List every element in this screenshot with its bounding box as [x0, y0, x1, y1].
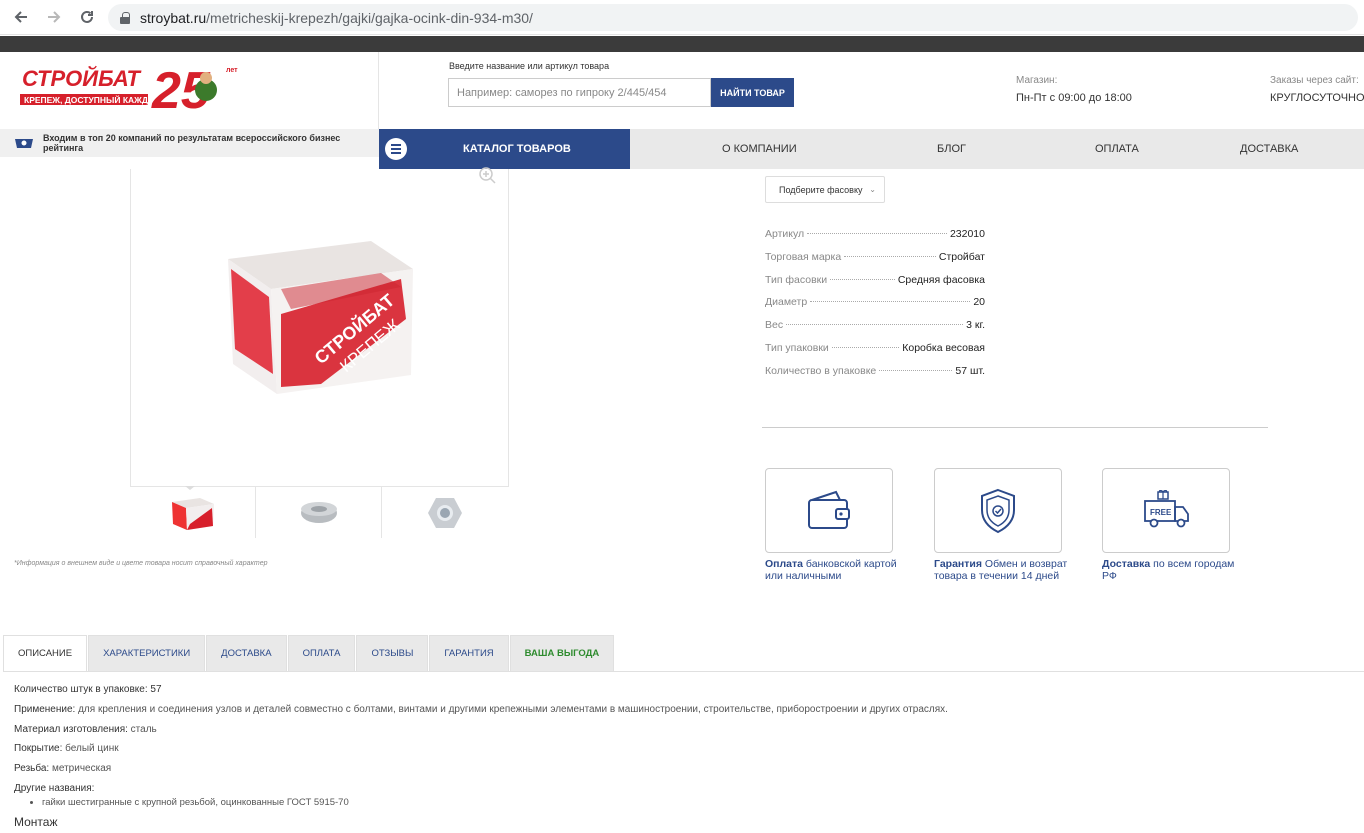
product-tabs: ОПИСАНИЕ ХАРАКТЕРИСТИКИ ДОСТАВКА ОПЛАТА … — [3, 635, 615, 672]
warranty-feature-card[interactable] — [934, 468, 1062, 553]
tab-benefit[interactable]: ВАША ВЫГОДА — [509, 635, 615, 672]
lock-icon — [120, 11, 130, 24]
shop-hours: Пн-Пт с 09:00 до 18:00 — [1016, 92, 1132, 104]
thumbnail-strip — [130, 486, 509, 538]
spec-key: Вес — [765, 319, 784, 332]
reload-icon[interactable] — [72, 2, 102, 32]
search-input[interactable] — [448, 78, 711, 107]
delivery-feature-text: Доставка по всем городам РФ — [1102, 558, 1235, 582]
product-main-image[interactable]: СТРОЙБАТ КРЕПЕЖ — [130, 169, 509, 487]
rating-banner[interactable]: Входим в топ 20 компаний по результатам … — [0, 129, 379, 157]
url-path: /metricheskij-krepezh/gajki/gajka-ocink-… — [206, 9, 533, 26]
spec-row: Тип упаковки Коробка весовая — [765, 342, 985, 365]
spec-list: Артикул 232010 Торговая марка Стройбат Тип… — [765, 228, 985, 388]
spec-row: Количество в упаковке 57 шт. — [765, 365, 985, 388]
nav-blog[interactable]: БЛОГ — [937, 143, 966, 155]
tab-payment[interactable]: ОПЛАТА — [287, 635, 356, 672]
zoom-icon[interactable] — [478, 166, 496, 184]
spec-value: 232010 — [949, 228, 985, 240]
spec-value: Коробка весовая — [902, 341, 985, 354]
site-logo[interactable]: СТРОЙБАТ КРЕПЕЖ, ДОСТУПНЫЙ КАЖДОМУ! 25 л… — [20, 62, 246, 120]
desc-coating: Покрытие: белый цинк — [14, 743, 119, 755]
spec-row: Диаметр 20 — [765, 296, 985, 319]
spec-key: Артикул — [765, 228, 805, 240]
main-nav: КАТАЛОГ ТОВАРОВ — [379, 129, 1364, 169]
top-strip — [0, 36, 1364, 52]
truck-icon: FREE — [1144, 489, 1189, 527]
menu-icon — [385, 138, 407, 160]
thumbnail-nut-side[interactable] — [256, 487, 382, 538]
wallet-icon — [808, 490, 850, 529]
pack-size-select[interactable]: Подберите фасовку ⌄ — [765, 176, 885, 203]
spec-row: Вес 3 кг. — [765, 319, 985, 342]
mount-heading: Монтаж — [14, 814, 58, 829]
desc-thread: Резьба: метрическая — [14, 763, 112, 775]
chevron-down-icon: ⌄ — [869, 185, 876, 194]
tab-characteristics[interactable]: ХАРАКТЕРИСТИКИ — [88, 635, 206, 672]
tab-delivery[interactable]: ДОСТАВКА — [206, 635, 287, 672]
browser-toolbar: stroybat.ru/metricheskij-krepezh/gajki/g… — [0, 0, 1364, 35]
spec-value: Стройбат — [938, 250, 985, 263]
forward-icon[interactable] — [39, 2, 69, 32]
orders-label: Заказы через сайт: — [1270, 75, 1359, 86]
orders-value: КРУГЛОСУТОЧНО — [1270, 92, 1364, 104]
back-icon[interactable] — [6, 2, 36, 32]
description-panel: Количество штук в упаковке: 57 Применени… — [14, 684, 948, 829]
other-names-list: гайки шестигранные с крупной резьбой, оц… — [28, 797, 948, 815]
image-disclaimer: *Информация о внешнем виде и цвете товар… — [14, 560, 268, 567]
search-label: Введите название или артикул товара — [449, 61, 610, 71]
desc-quantity: Количество штук в упаковке: 57 — [14, 684, 162, 695]
address-bar[interactable]: stroybat.ru/metricheskij-krepezh/gajki/g… — [108, 4, 1358, 31]
spec-key: Тип фасовки — [765, 273, 828, 286]
logo-years-suffix: лет — [226, 67, 238, 74]
spec-value: Средняя фасовка — [897, 273, 985, 286]
logo-text: СТРОЙБАТ — [22, 65, 142, 91]
delivery-feature-card[interactable]: FREE — [1102, 468, 1230, 553]
thumbnail-box[interactable] — [130, 486, 256, 538]
pack-select-label: Подберите фасовку — [779, 184, 863, 195]
spec-key: Диаметр — [765, 296, 808, 309]
spec-key: Тип упаковки — [765, 341, 829, 354]
list-item: гайки шестигранные с крупной резьбой, оц… — [42, 797, 948, 808]
award-icon — [14, 138, 34, 149]
search-button[interactable]: НАЙТИ ТОВАР — [711, 78, 794, 107]
catalog-button[interactable]: КАТАЛОГ ТОВАРОВ — [379, 129, 630, 169]
spec-key: Торговая марка — [765, 250, 842, 263]
shop-label: Магазин: — [1016, 75, 1058, 86]
thumbnail-nut-top[interactable] — [382, 487, 508, 538]
payment-feature-card[interactable] — [765, 468, 893, 553]
spec-value: 20 — [973, 296, 985, 309]
tab-reviews[interactable]: ОТЗЫВЫ — [356, 635, 429, 672]
nav-payment[interactable]: ОПЛАТА — [1095, 143, 1139, 155]
spec-row: Тип фасовки Средняя фасовка — [765, 274, 985, 297]
tab-warranty[interactable]: ГАРАНТИЯ — [429, 635, 509, 672]
shield-icon — [981, 488, 1015, 533]
spec-row: Торговая марка Стройбат — [765, 251, 985, 274]
spec-value: 57 шт. — [955, 364, 985, 377]
nav-about[interactable]: О КОМПАНИИ — [722, 143, 797, 155]
desc-material: Материал изготовления: сталь — [14, 723, 157, 735]
desc-usage: Применение: для крепления и соединения у… — [14, 703, 948, 715]
spec-value: 3 кг. — [966, 319, 985, 332]
rating-text: Входим в топ 20 компаний по результатам … — [43, 133, 341, 153]
spec-key: Количество в упаковке — [765, 364, 877, 377]
payment-feature-text: Оплата банковской картой или наличными — [765, 558, 897, 582]
url-domain: stroybat.ru — [140, 9, 207, 26]
spec-row: Артикул 232010 — [765, 228, 985, 251]
nav-delivery[interactable]: ДОСТАВКА — [1240, 143, 1298, 155]
site-header: СТРОЙБАТ КРЕПЕЖ, ДОСТУПНЫЙ КАЖДОМУ! 25 л… — [0, 52, 1364, 129]
warranty-feature-text: Гарантия Обмен и возврат товара в течени… — [934, 558, 1068, 582]
catalog-label: КАТАЛОГ ТОВАРОВ — [463, 143, 571, 155]
free-badge: FREE — [1150, 508, 1172, 517]
logo-tagline: КРЕПЕЖ, ДОСТУПНЫЙ КАЖДОМУ! — [24, 94, 170, 105]
tab-description[interactable]: ОПИСАНИЕ — [3, 635, 88, 672]
